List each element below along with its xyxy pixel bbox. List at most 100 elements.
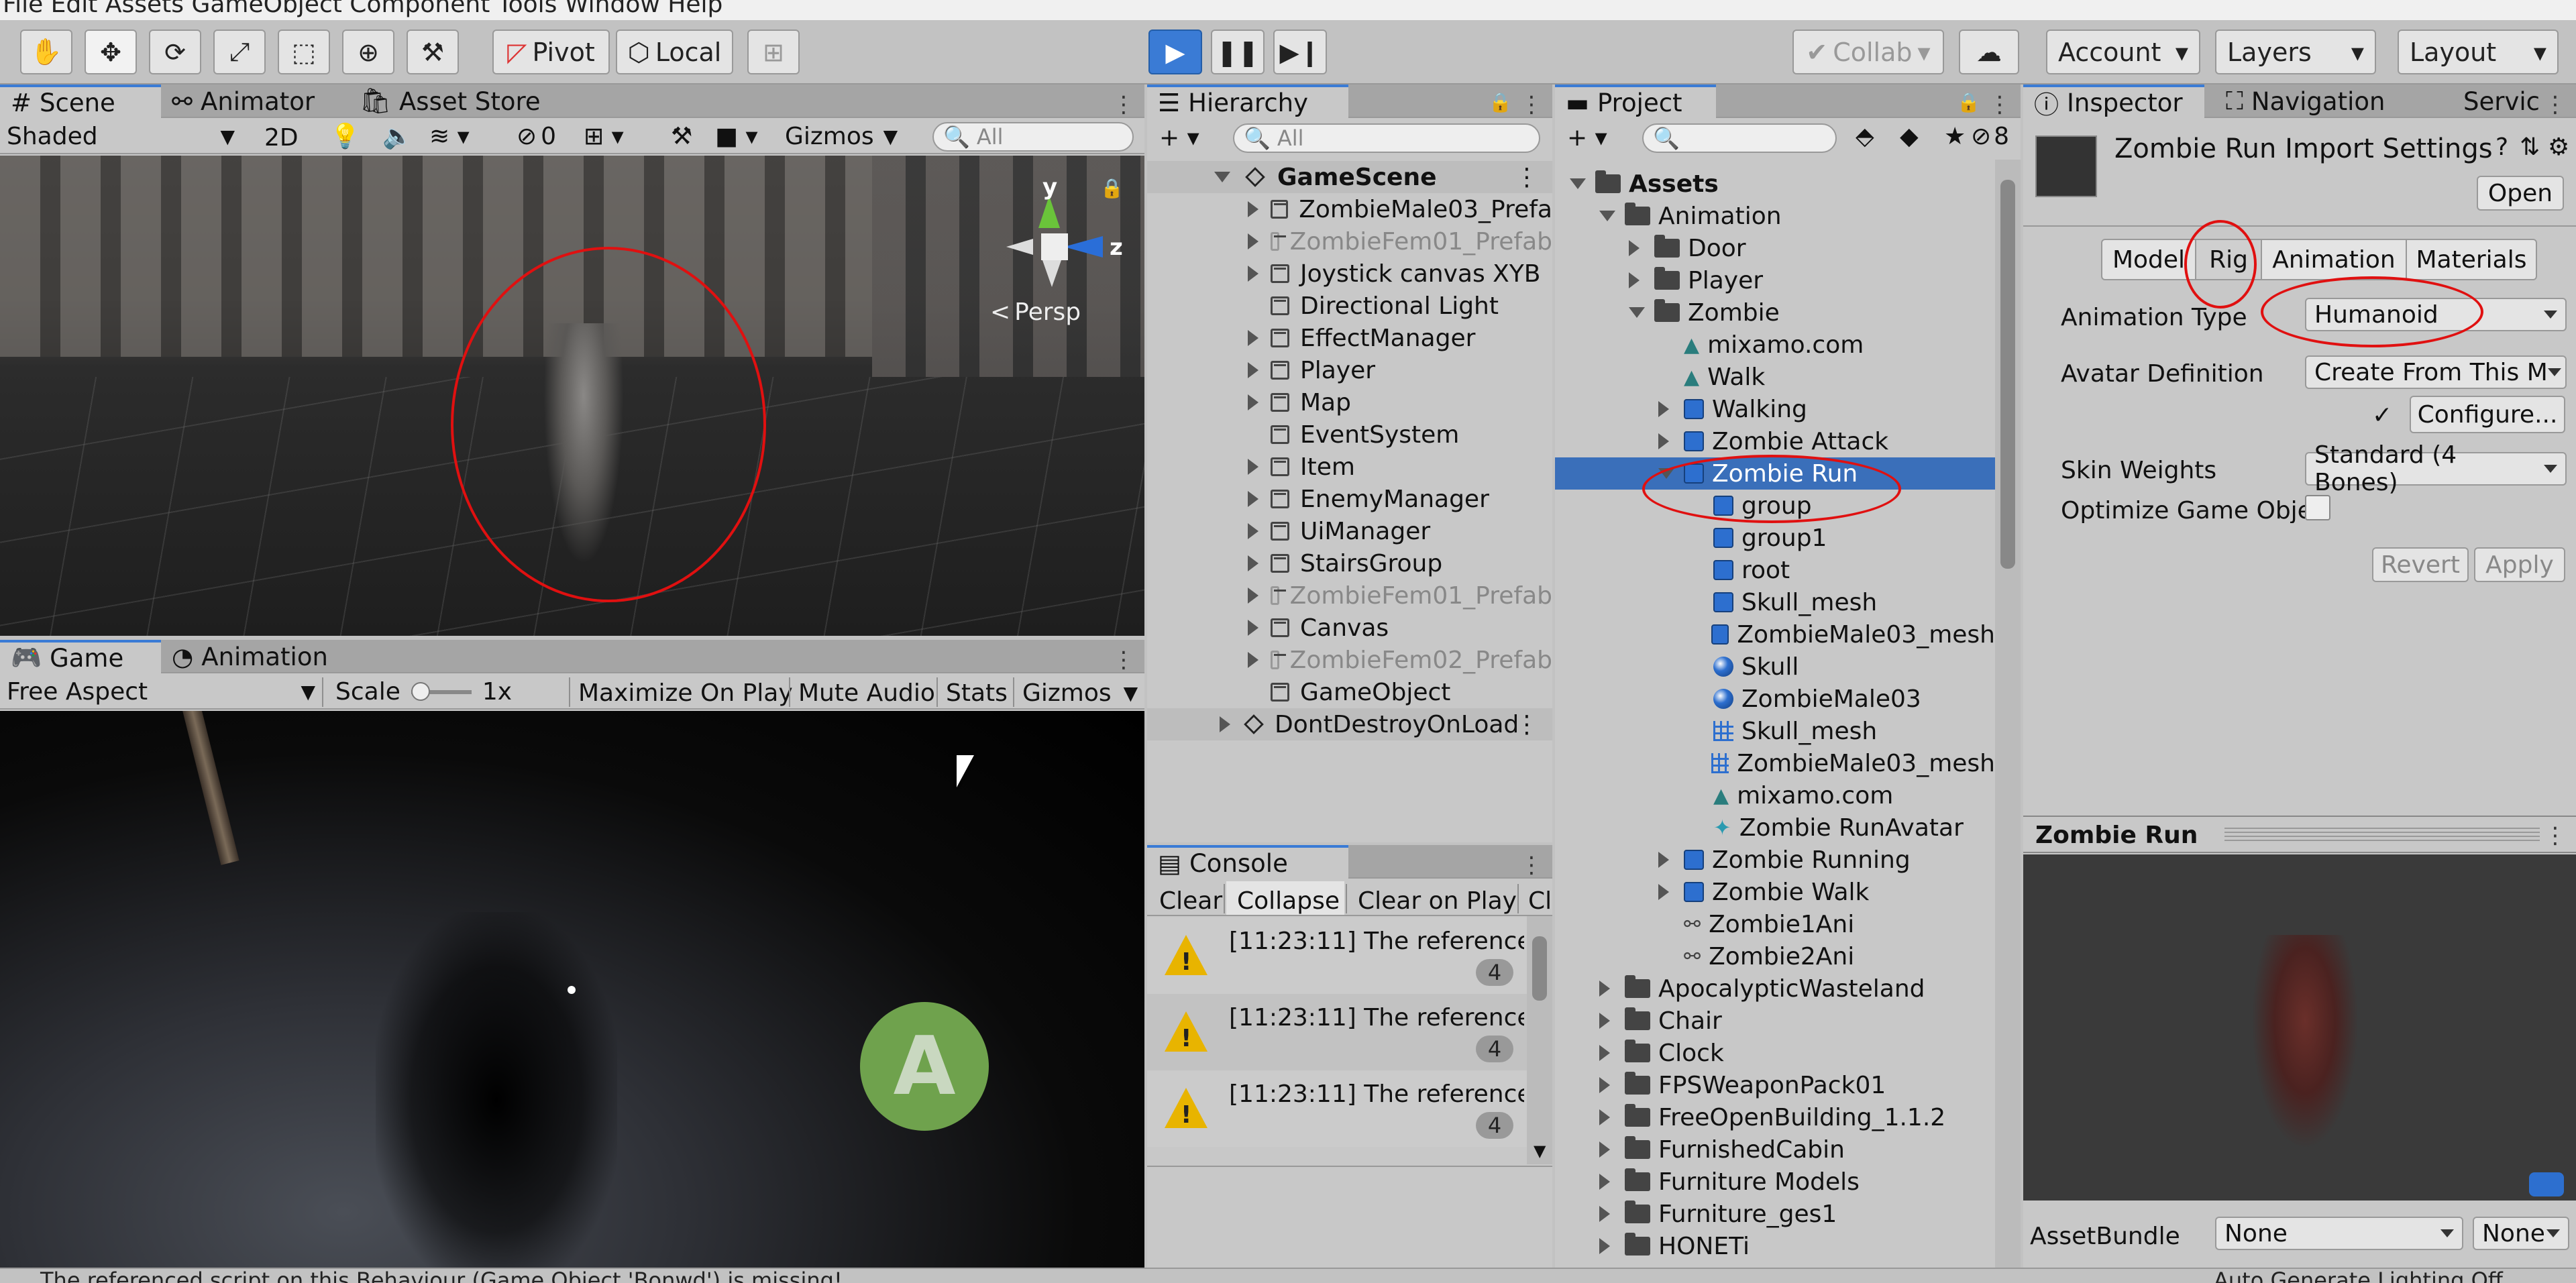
aspect-dropdown[interactable]: Free Aspect ▼ xyxy=(7,680,315,704)
expand-arrow-icon[interactable] xyxy=(1248,233,1258,249)
console-message[interactable]: ! [11:23:11] The referenced s 4 xyxy=(1147,1070,1527,1147)
project-item[interactable]: ▲ mixamo.com xyxy=(1555,329,1995,361)
console-scrollbar[interactable]: ▼ xyxy=(1527,916,1552,1164)
expand-arrow-icon[interactable] xyxy=(1248,523,1258,539)
pivot-button[interactable]: ◸ Pivot xyxy=(492,30,610,74)
scene-search-input[interactable]: 🔍 All xyxy=(932,122,1134,152)
lock-icon[interactable]: 🔒 xyxy=(1100,177,1124,199)
optimize-checkbox[interactable] xyxy=(2305,495,2330,520)
lock-icon[interactable]: 🔒 xyxy=(1489,91,1512,113)
play-button[interactable]: ▶ xyxy=(1148,30,1202,74)
expand-arrow-icon[interactable] xyxy=(1248,201,1258,217)
hidden-objects-toggle[interactable]: ⊘ 0 xyxy=(517,125,556,149)
more-options-icon[interactable]: ⋮ xyxy=(2544,91,2567,118)
tab-services[interactable]: Servic xyxy=(2453,85,2551,118)
expand-arrow-icon[interactable] xyxy=(1599,1238,1615,1254)
mute-audio-toggle[interactable]: Mute Audio xyxy=(798,681,935,706)
hierarchy-item[interactable]: EffectManager xyxy=(1147,322,1552,354)
pause-button[interactable]: ❚❚ xyxy=(1211,30,1265,74)
apply-button[interactable]: Apply xyxy=(2474,547,2565,582)
project-item[interactable]: ✦ Zombie RunAvatar xyxy=(1555,812,1995,844)
tab-project[interactable]: ▬ Project xyxy=(1555,85,1716,118)
tab-game[interactable]: 🎮 Game xyxy=(0,640,161,673)
expand-arrow-icon[interactable] xyxy=(1599,1109,1615,1125)
grid-toggle-icon[interactable]: ⊞ ▾ xyxy=(584,125,624,149)
rect-tool-button[interactable]: ⬚ xyxy=(278,30,330,74)
project-item[interactable]: Furniture_ges1 xyxy=(1555,1198,1995,1230)
expand-arrow-icon[interactable] xyxy=(1629,272,1645,288)
scale-slider[interactable]: Scale 1x xyxy=(335,680,512,704)
hierarchy-item[interactable]: ZombieFem02_Prefab xyxy=(1147,644,1552,676)
label-tag-icon[interactable] xyxy=(2529,1172,2564,1196)
expand-arrow-icon[interactable] xyxy=(1658,401,1674,417)
scene-menu-icon[interactable]: ⋮ xyxy=(1515,711,1539,738)
project-item[interactable]: group1 xyxy=(1555,522,1995,554)
clear-on-play-toggle[interactable]: Clear on Play xyxy=(1358,889,1517,913)
hierarchy-item[interactable]: UiManager xyxy=(1147,515,1552,547)
model-preview-viewport[interactable] xyxy=(2023,854,2576,1201)
tab-console[interactable]: ▤ Console xyxy=(1147,845,1348,879)
account-dropdown[interactable]: Account ▾ xyxy=(2046,30,2200,74)
configure-button[interactable]: Configure... xyxy=(2410,396,2565,433)
hierarchy-item[interactable]: Canvas xyxy=(1147,612,1552,644)
cloud-button[interactable]: ☁ xyxy=(1959,30,2019,74)
dont-destroy-row[interactable]: DontDestroyOnLoad ⋮ xyxy=(1147,708,1552,740)
project-item[interactable]: ZombieMale03_mesh xyxy=(1555,747,1995,779)
more-options-icon[interactable]: ⋮ xyxy=(1520,91,1543,118)
game-gizmos-dropdown[interactable]: Gizmos ▼ xyxy=(1022,681,1138,706)
project-item[interactable]: ZombieMale03 xyxy=(1555,683,1995,715)
expand-arrow-icon[interactable] xyxy=(1248,459,1258,475)
expand-arrow-icon[interactable] xyxy=(1658,884,1674,900)
project-item[interactable]: ⚯ Zombie1Ani xyxy=(1555,908,1995,940)
project-item[interactable]: Player xyxy=(1555,264,1995,296)
tab-scene[interactable]: # Scene xyxy=(0,85,161,118)
more-options-icon[interactable]: ⋮ xyxy=(2544,822,2567,849)
expand-arrow-icon[interactable] xyxy=(1248,620,1258,636)
project-item[interactable]: FurnishedCabin xyxy=(1555,1133,1995,1166)
settings-icon[interactable]: ⚙ xyxy=(2548,135,2569,160)
project-item[interactable]: Zombie Attack xyxy=(1555,425,1995,457)
assetbundle-dropdown[interactable]: None xyxy=(2215,1217,2463,1250)
project-item[interactable]: ▲ mixamo.com xyxy=(1555,779,1995,812)
presets-icon[interactable]: ⇅ xyxy=(2520,135,2540,160)
expand-arrow-icon[interactable] xyxy=(1599,1141,1615,1158)
tab-hierarchy[interactable]: ☰ Hierarchy xyxy=(1147,85,1348,118)
hierarchy-item[interactable]: Item xyxy=(1147,451,1552,483)
skin-weights-dropdown[interactable]: Standard (4 Bones) xyxy=(2305,441,2567,496)
tab-asset-store[interactable]: 🛍 Asset Store xyxy=(349,85,551,118)
filter-type-icon[interactable]: ⬘ xyxy=(1856,125,1874,149)
expand-arrow-icon[interactable] xyxy=(1629,240,1645,256)
clear-on-build-toggle[interactable]: Cl xyxy=(1528,889,1552,913)
tools-icon[interactable]: ⚒ xyxy=(671,125,692,149)
project-item[interactable]: FPSWeaponPack01 xyxy=(1555,1069,1995,1101)
project-scrollbar[interactable] xyxy=(1995,160,2021,1268)
effects-icon[interactable]: ≋ ▾ xyxy=(429,125,470,149)
project-item[interactable]: ZombieMale03_mesh xyxy=(1555,618,1995,651)
scrollbar-thumb[interactable] xyxy=(2000,180,2015,569)
menu-items[interactable]: File Edit Assets GameObject Component To… xyxy=(3,0,722,18)
hand-tool-button[interactable]: ✋ xyxy=(20,30,72,74)
shading-dropdown[interactable]: Shaded ▼ xyxy=(7,125,235,149)
scene-menu-icon[interactable]: ⋮ xyxy=(1515,164,1539,191)
expand-arrow-icon[interactable] xyxy=(1248,394,1258,410)
expand-arrow-icon[interactable] xyxy=(1629,307,1645,318)
custom-tool-button[interactable]: ⚒ xyxy=(407,30,459,74)
audio-icon[interactable]: 🔈 xyxy=(382,125,413,149)
more-options-icon[interactable]: ⋮ xyxy=(1112,91,1135,118)
project-item[interactable]: Clock xyxy=(1555,1037,1995,1069)
gizmos-dropdown[interactable]: Gizmos ▼ xyxy=(785,125,898,149)
filter-label-icon[interactable]: ◆ xyxy=(1900,125,1919,149)
expand-arrow-icon[interactable] xyxy=(1658,852,1674,868)
hierarchy-item[interactable]: GameObject xyxy=(1147,676,1552,708)
console-message[interactable]: ! [11:23:11] The referenced s 4 xyxy=(1147,917,1527,994)
hierarchy-search-input[interactable]: 🔍 All xyxy=(1233,123,1540,153)
more-options-icon[interactable]: ⋮ xyxy=(1520,852,1543,879)
favorites-icon[interactable]: ★ xyxy=(1944,125,1966,149)
maximize-on-play-toggle[interactable]: Maximize On Play xyxy=(578,681,793,706)
project-item[interactable]: ApocalypticWasteland xyxy=(1555,972,1995,1005)
project-item[interactable]: FreeOpenBuilding_1.1.2 xyxy=(1555,1101,1995,1133)
project-item[interactable]: Animation xyxy=(1555,200,1995,232)
hierarchy-item[interactable]: StairsGroup xyxy=(1147,547,1552,579)
hierarchy-item[interactable]: ZombieFem01_Prefab xyxy=(1147,579,1552,612)
expand-arrow-icon[interactable] xyxy=(1599,981,1615,997)
